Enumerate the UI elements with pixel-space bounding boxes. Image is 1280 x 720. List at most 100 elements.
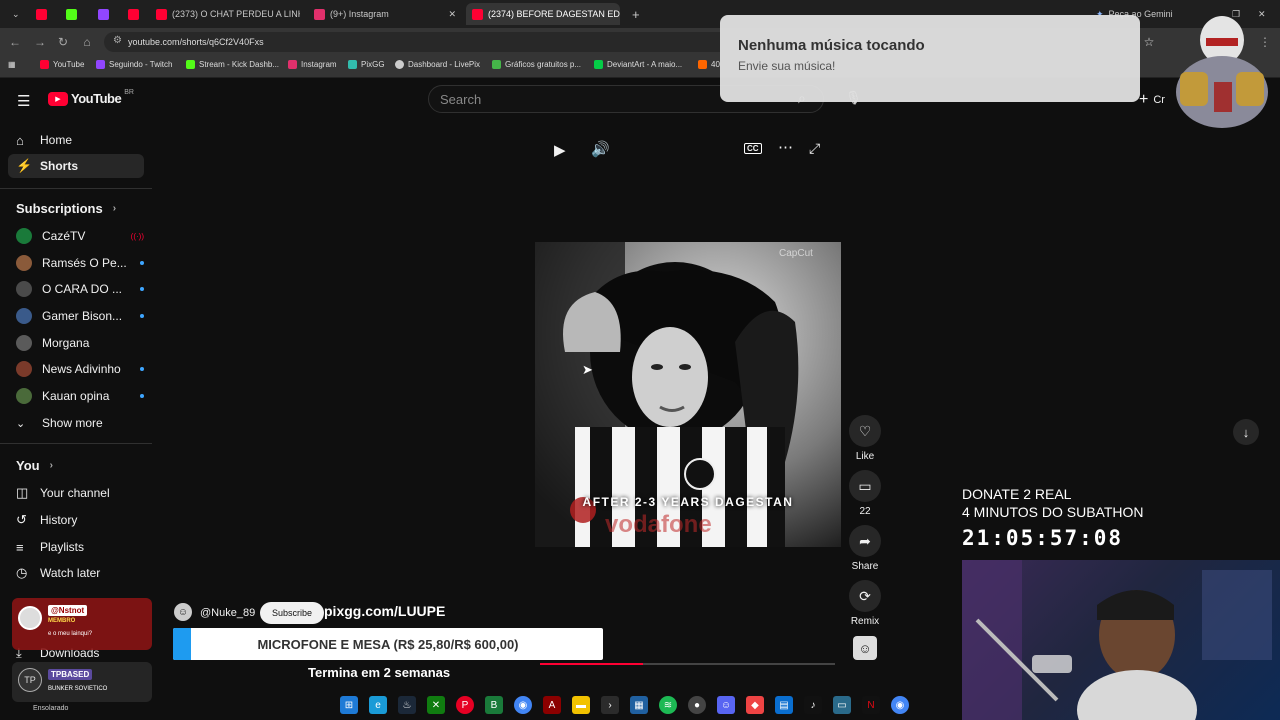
create-button[interactable]: + Cr: [1139, 91, 1165, 109]
mouse-cursor-icon: ➤: [582, 362, 593, 377]
steam-icon[interactable]: ♨: [398, 696, 416, 714]
chat-message-text: e o meu lainqui?: [48, 631, 93, 637]
windows-start-icon[interactable]: ⊞: [340, 696, 358, 714]
sub-item-cazetv[interactable]: CazéTV ((·)): [16, 225, 144, 247]
edge-icon[interactable]: e: [369, 696, 387, 714]
sub-item-gamer-bison[interactable]: Gamer Bison...: [16, 305, 144, 327]
tab-instagram[interactable]: (9+) Instagram ✕: [308, 3, 462, 25]
bookmark-youtube[interactable]: YouTube: [40, 60, 84, 69]
tab-pinned-4[interactable]: [122, 3, 144, 25]
subscriptions-heading[interactable]: Subscriptions ›: [16, 201, 116, 216]
home-browser-icon[interactable]: ⌂: [80, 35, 94, 49]
show-more-button[interactable]: ⌄ Show more: [16, 412, 144, 434]
kick-favicon-icon: [66, 8, 77, 20]
more-options-icon[interactable]: ⋯: [778, 138, 793, 156]
new-tab-button[interactable]: +: [626, 3, 642, 25]
hamburger-menu-icon[interactable]: ☰: [17, 92, 30, 110]
apps-icon[interactable]: ▦: [8, 60, 16, 69]
short-video[interactable]: vodafone CapCut AFTER 2-3 YEARS DAGESTAN: [535, 242, 841, 547]
tab-pinned-1[interactable]: [30, 3, 52, 25]
chrome-icon[interactable]: ◉: [891, 696, 909, 714]
app-icon[interactable]: B: [485, 696, 503, 714]
mascot-graphic: [1176, 16, 1268, 128]
you-heading[interactable]: You ›: [16, 458, 53, 473]
app-icon[interactable]: ▤: [775, 696, 793, 714]
obs-icon[interactable]: ●: [688, 696, 706, 714]
bookmark-pixgg[interactable]: PixGG: [348, 60, 385, 69]
sidebar-item-playlists[interactable]: ≡ Playlists: [8, 535, 144, 559]
share-button[interactable]: ➦ Share: [845, 525, 885, 572]
plus-icon: +: [1139, 91, 1149, 108]
bookmark-star-icon[interactable]: ☆: [1142, 35, 1156, 49]
fullscreen-icon[interactable]: ⤢: [809, 140, 820, 157]
avatar: [16, 255, 32, 271]
captions-icon[interactable]: CC: [744, 143, 762, 154]
donate-line-1: DONATE 2 REAL: [962, 486, 1072, 502]
bookmark-kick[interactable]: Stream - Kick Dashb...: [186, 60, 279, 69]
tab-before-dagestan[interactable]: (2374) BEFORE DAGESTAN EDI✕: [466, 3, 620, 25]
xbox-icon[interactable]: ✕: [427, 696, 445, 714]
sidebar-item-watch-later[interactable]: ◷ Watch later: [8, 561, 144, 585]
file-explorer-icon[interactable]: ▬: [572, 696, 590, 714]
comment-button[interactable]: ▭ 22: [845, 470, 885, 517]
remix-button[interactable]: ⟳ Remix: [845, 580, 885, 627]
calculator-icon[interactable]: ▦: [630, 696, 648, 714]
app-icon[interactable]: ▭: [833, 696, 851, 714]
deviantart-favicon-icon: [594, 60, 603, 69]
discord-icon[interactable]: ☺: [717, 696, 735, 714]
bookmark-label: Instagram: [301, 60, 337, 69]
netflix-icon[interactable]: N: [862, 696, 880, 714]
sidebar-item-shorts[interactable]: ⚡ Shorts: [8, 154, 144, 178]
like-button[interactable]: ♡ Like: [845, 415, 885, 462]
channel-avatar[interactable]: ☺: [174, 603, 192, 621]
tiktok-icon[interactable]: ♪: [804, 696, 822, 714]
youtube-logo[interactable]: ▶ YouTube BR: [48, 89, 134, 106]
tab-pinned-2[interactable]: [60, 3, 82, 25]
sub-name: Gamer Bison...: [42, 309, 123, 323]
bookmark-graficos[interactable]: Gráficos gratuitos p...: [492, 60, 581, 69]
youtube-favicon-icon: [128, 8, 139, 20]
spotify-icon[interactable]: ≋: [659, 696, 677, 714]
bookmark-40[interactable]: 40: [698, 60, 720, 69]
reload-icon[interactable]: ↻: [56, 35, 70, 49]
volume-icon[interactable]: 🔊: [591, 140, 610, 158]
sub-item-news-adivinho[interactable]: News Adivinho: [16, 358, 144, 380]
bookmark-instagram[interactable]: Instagram: [288, 60, 337, 69]
sidebar-item-home[interactable]: ⌂ Home: [8, 128, 144, 152]
sidebar-item-your-channel[interactable]: ◫ Your channel: [8, 481, 144, 505]
video-progress-track[interactable]: [540, 663, 835, 665]
back-icon[interactable]: ←: [8, 35, 22, 49]
chrome-icon[interactable]: ◉: [514, 696, 532, 714]
bookmark-livepix[interactable]: Dashboard - LivePix: [395, 60, 480, 69]
bookmark-deviantart[interactable]: DeviantArt - A maio...: [594, 60, 682, 69]
kick-favicon-icon: [186, 60, 195, 69]
bookmark-label: Stream - Kick Dashb...: [199, 60, 280, 69]
app-icon[interactable]: ◆: [746, 696, 764, 714]
forward-icon[interactable]: →: [33, 35, 47, 49]
tab-chat-perdeu[interactable]: (2373) O CHAT PERDEU A LINH✕: [150, 3, 300, 25]
sound-avatar[interactable]: ☺: [853, 636, 877, 660]
bookmark-label: Dashboard - LivePix: [408, 60, 481, 69]
subscribe-button[interactable]: Subscribe: [260, 602, 325, 624]
sidebar-item-history[interactable]: ↺ History: [8, 508, 144, 532]
sub-item-kauan-opina[interactable]: Kauan opina: [16, 385, 144, 407]
channel-name[interactable]: @Nuke_89: [200, 607, 255, 619]
adobe-icon[interactable]: A: [543, 696, 561, 714]
chevron-right-icon: ›: [49, 460, 53, 471]
sub-item-morgana[interactable]: Morgana: [16, 332, 144, 354]
sub-item-ramses[interactable]: Ramsés O Pe...: [16, 252, 144, 274]
terminal-icon[interactable]: ›: [601, 696, 619, 714]
next-short-button[interactable]: ↓: [1233, 419, 1259, 445]
youtube-play-logo-icon: ▶: [48, 91, 68, 106]
bookmark-twitch[interactable]: Seguindo - Twitch: [96, 60, 172, 69]
play-icon[interactable]: ▶: [554, 141, 566, 159]
pinterest-icon[interactable]: P: [456, 696, 474, 714]
site-info-icon[interactable]: ⚙: [113, 35, 122, 46]
tab-pinned-3[interactable]: [92, 3, 114, 25]
region-code: BR: [124, 89, 134, 96]
remix-icon: ⟳: [849, 580, 881, 612]
close-icon[interactable]: ✕: [448, 9, 456, 20]
sub-item-o-cara[interactable]: O CARA DO ...: [16, 278, 144, 300]
instagram-favicon-icon: [288, 60, 297, 69]
tab-list-button[interactable]: ⌄: [6, 3, 22, 25]
